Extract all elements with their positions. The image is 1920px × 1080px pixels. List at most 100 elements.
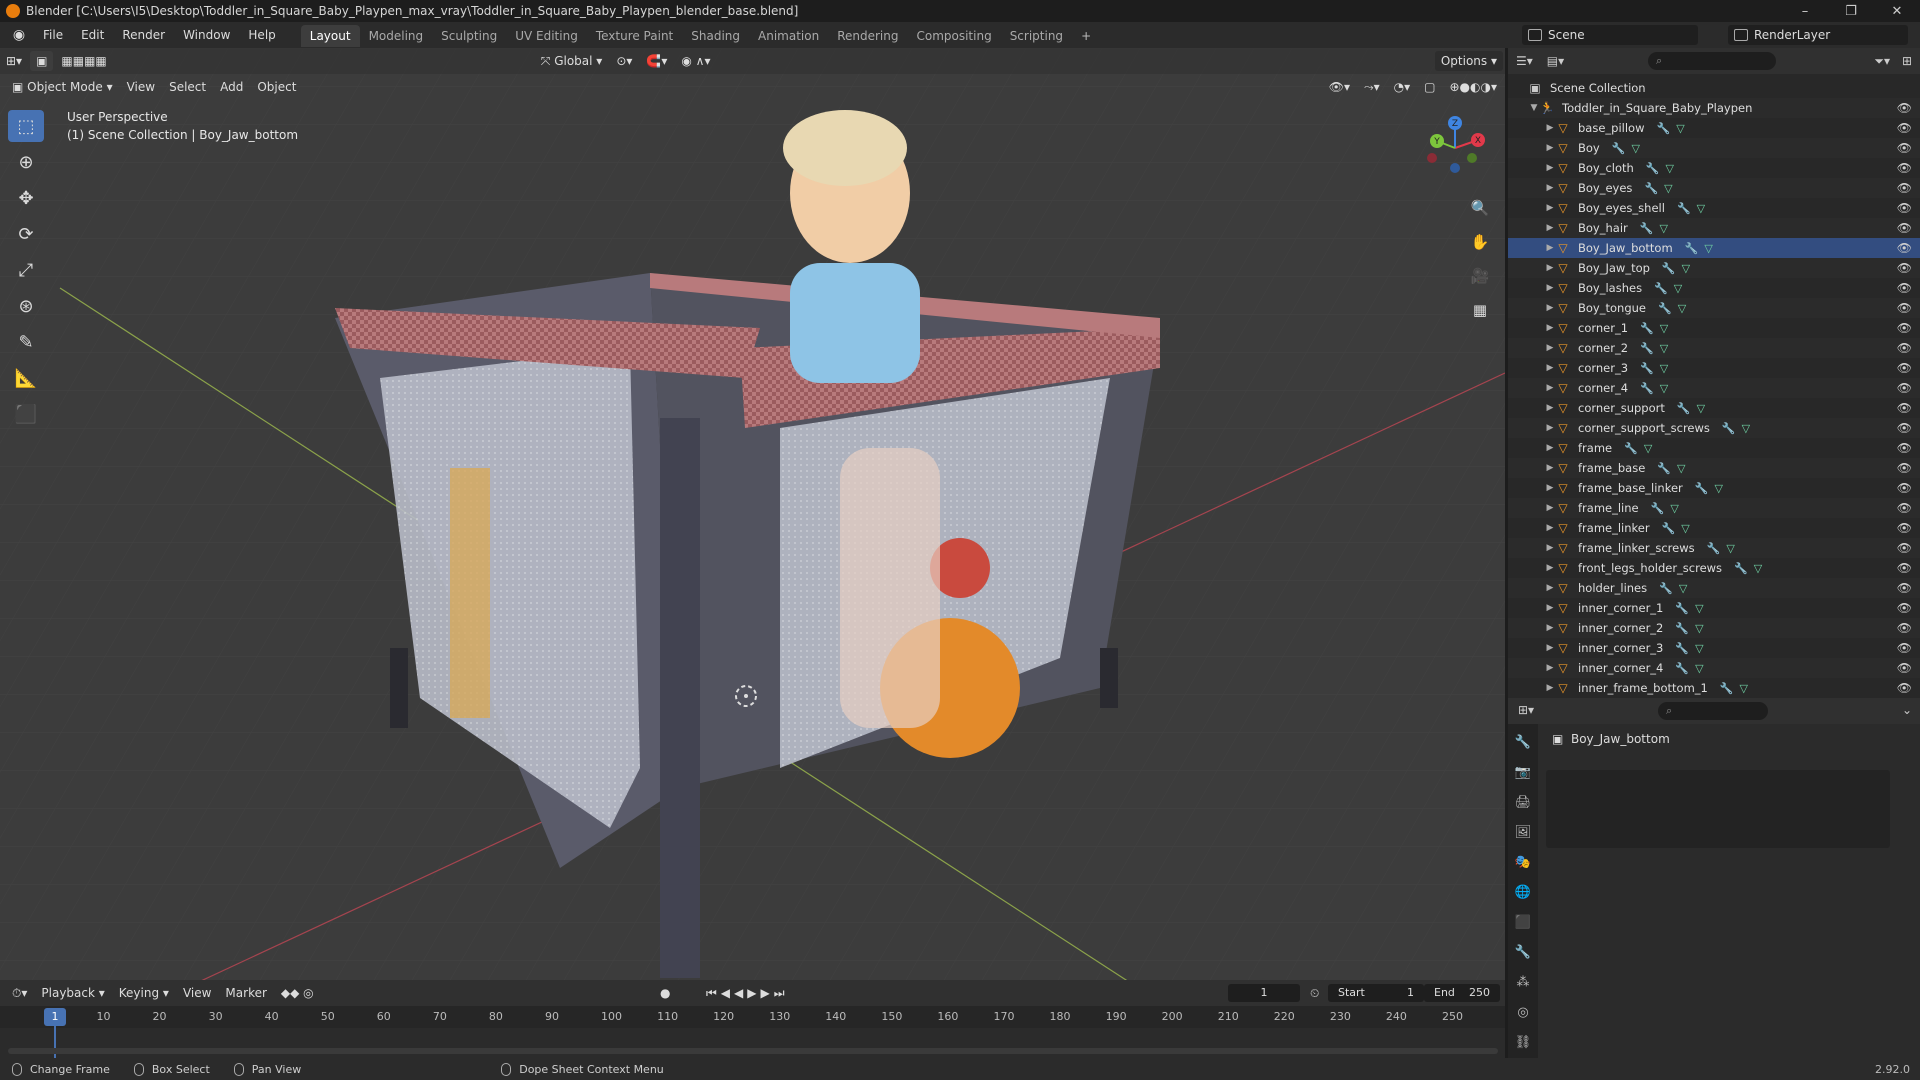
close-button[interactable]: ✕ [1874,0,1920,22]
modifier-icon[interactable]: 🔧 [1657,122,1671,135]
mesh-data-icon[interactable]: ▽ [1682,262,1690,275]
constraints-tab-icon[interactable]: ⛓ [1513,1032,1533,1052]
playhead[interactable]: 1 [44,1008,66,1026]
eye-icon[interactable]: 👁 [1897,481,1912,495]
menu-window[interactable]: Window [174,22,239,48]
modifier-icon[interactable]: 🔧 [1640,342,1654,355]
outliner-object-row[interactable]: ▶ ▽ Boy_eyes_shell 🔧 ▽ 👁 [1508,198,1920,218]
zoom-icon[interactable]: 🔍 [1466,194,1494,222]
eye-icon[interactable]: 👁 [1897,661,1912,675]
expand-icon[interactable]: ▶ [1544,303,1556,313]
proportional-edit-button[interactable]: ◉ ∧▾ [675,51,716,71]
expand-icon[interactable]: ▶ [1544,383,1556,393]
menu-marker[interactable]: Marker [225,986,266,1000]
playback-controls[interactable]: ⏮◀◀▶▶⏭ [706,986,789,1001]
eye-icon[interactable]: 👁 [1897,421,1912,435]
outliner-object-row[interactable]: ▶ ▽ front_legs_holder_screws 🔧 ▽ 👁 [1508,558,1920,578]
outliner-object-row[interactable]: ▶ ▽ base_pillow 🔧 ▽ 👁 [1508,118,1920,138]
expand-icon[interactable]: ▶ [1544,163,1556,173]
outliner-object-row[interactable]: ▶ ▽ corner_3 🔧 ▽ 👁 [1508,358,1920,378]
expand-icon[interactable]: ▶ [1544,183,1556,193]
expand-icon[interactable]: ▶ [1544,483,1556,493]
display-mode-icon[interactable]: ▤▾ [1547,54,1564,68]
camera-icon[interactable]: 🎥 [1466,262,1494,290]
outliner-object-row[interactable]: ▶ ▽ Boy_tongue 🔧 ▽ 👁 [1508,298,1920,318]
modifier-icon[interactable]: 🔧 [1675,602,1689,615]
mesh-data-icon[interactable]: ▽ [1664,182,1672,195]
outliner-object-row[interactable]: ▶ ▽ Boy 🔧 ▽ 👁 [1508,138,1920,158]
properties-options-icon[interactable]: ⌄ [1902,703,1912,717]
outliner-object-row[interactable]: ▶ ▽ Boy_hair 🔧 ▽ 👁 [1508,218,1920,238]
tab-compositing[interactable]: Compositing [907,25,1000,47]
timeline-editor-icon[interactable]: ⏱▾ [12,986,27,1001]
timeline-scrollbar[interactable] [8,1048,1498,1054]
mesh-data-icon[interactable]: ▽ [1659,222,1667,235]
modifier-icon[interactable]: 🔧 [1658,302,1672,315]
outliner-object-row[interactable]: ▶ ▽ frame_line 🔧 ▽ 👁 [1508,498,1920,518]
mode-selector[interactable]: ▣ Object Mode ▾ [6,77,119,97]
maximize-button[interactable]: ❐ [1828,0,1874,22]
tab-rendering[interactable]: Rendering [828,25,907,47]
cursor-icon[interactable]: ⊕ [8,146,44,178]
transform-icon[interactable]: ⊛ [8,290,44,322]
add-cube-icon[interactable]: ⬛ [8,398,44,430]
record-button[interactable]: ● [660,986,670,1000]
tab-texture-paint[interactable]: Texture Paint [587,25,682,47]
tab-animation[interactable]: Animation [749,25,828,47]
mesh-data-icon[interactable]: ▽ [1695,642,1703,655]
outliner-object-row[interactable]: ▶ ▽ frame_base_linker 🔧 ▽ 👁 [1508,478,1920,498]
properties-search-input[interactable]: ⌕ [1658,702,1768,720]
pivot-point-button[interactable]: ⊙▾ [610,51,638,71]
mesh-data-icon[interactable]: ▽ [1679,582,1687,595]
eye-icon[interactable]: 👁 [1897,621,1912,635]
expand-icon[interactable]: ▶ [1544,263,1556,273]
eye-icon[interactable]: 👁 [1897,361,1912,375]
mesh-data-icon[interactable]: ▽ [1695,662,1703,675]
eye-icon[interactable]: 👁 [1897,541,1912,555]
expand-icon[interactable]: ▶ [1544,683,1556,693]
object-tab-icon[interactable]: ⬛ [1513,912,1533,932]
outliner-object-row[interactable]: ▶ ▽ inner_corner_3 🔧 ▽ 👁 [1508,638,1920,658]
filter-icon[interactable]: ⏷▾ [1874,54,1890,69]
menu-edit[interactable]: Edit [72,22,113,48]
mesh-data-icon[interactable]: ▽ [1695,622,1703,635]
select-tool-button[interactable]: ▣ [30,51,54,71]
eye-icon[interactable]: 👁 [1897,581,1912,595]
eye-icon[interactable]: 👁 [1897,101,1912,115]
shading-buttons[interactable]: ⊕●◐◑▾ [1444,77,1504,97]
expand-icon[interactable]: ▶ [1544,143,1556,153]
outliner-object-row[interactable]: ▶ ▽ inner_corner_4 🔧 ▽ 👁 [1508,658,1920,678]
scale-icon[interactable]: ⤢ [8,254,44,286]
editor-type-button[interactable]: ⊞▾ [0,51,28,71]
expand-icon[interactable]: ▶ [1544,243,1556,253]
modifier-icon[interactable]: 🔧 [1640,362,1654,375]
modifier-icon[interactable]: 🔧 [1654,282,1668,295]
select-box-icon[interactable]: ⬚ [8,110,44,142]
eye-icon[interactable]: 👁 [1897,341,1912,355]
new-collection-icon[interactable]: ⊞ [1902,54,1912,68]
menu-view[interactable]: View [121,77,161,97]
render-layer-selector[interactable]: RenderLayer [1728,25,1908,45]
outliner-object-row[interactable]: ▶ ▽ Boy_Jaw_top 🔧 ▽ 👁 [1508,258,1920,278]
modifier-icon[interactable]: 🔧 [1677,402,1691,415]
outliner-object-row[interactable]: ▶ ▽ frame_linker 🔧 ▽ 👁 [1508,518,1920,538]
eye-icon[interactable]: 👁 [1897,561,1912,575]
modifier-tab-icon[interactable]: 🔧 [1513,942,1533,962]
outliner-object-row[interactable]: ▶ ▽ frame 🔧 ▽ 👁 [1508,438,1920,458]
outliner-object-row[interactable]: ▶ ▽ holder_lines 🔧 ▽ 👁 [1508,578,1920,598]
expand-icon[interactable]: ▶ [1544,663,1556,673]
menu-file[interactable]: File [34,22,72,48]
modifier-icon[interactable]: 🔧 [1695,482,1709,495]
eye-icon[interactable]: 👁 [1897,241,1912,255]
physics-tab-icon[interactable]: ◎ [1513,1002,1533,1022]
outliner-object-row[interactable]: ▶ ▽ Boy_cloth 🔧 ▽ 👁 [1508,158,1920,178]
outliner-object-row[interactable]: ▶ ▽ corner_1 🔧 ▽ 👁 [1508,318,1920,338]
pan-hand-icon[interactable]: ✋ [1466,228,1494,256]
navigation-gizmo[interactable]: X Y Z [1420,113,1490,183]
eye-icon[interactable]: 👁 [1897,441,1912,455]
mesh-data-icon[interactable]: ▽ [1742,422,1750,435]
grid-icon[interactable]: ▦ [1466,296,1494,324]
modifier-icon[interactable]: 🔧 [1707,542,1721,555]
eye-icon[interactable]: 👁 [1897,521,1912,535]
mesh-data-icon[interactable]: ▽ [1660,342,1668,355]
